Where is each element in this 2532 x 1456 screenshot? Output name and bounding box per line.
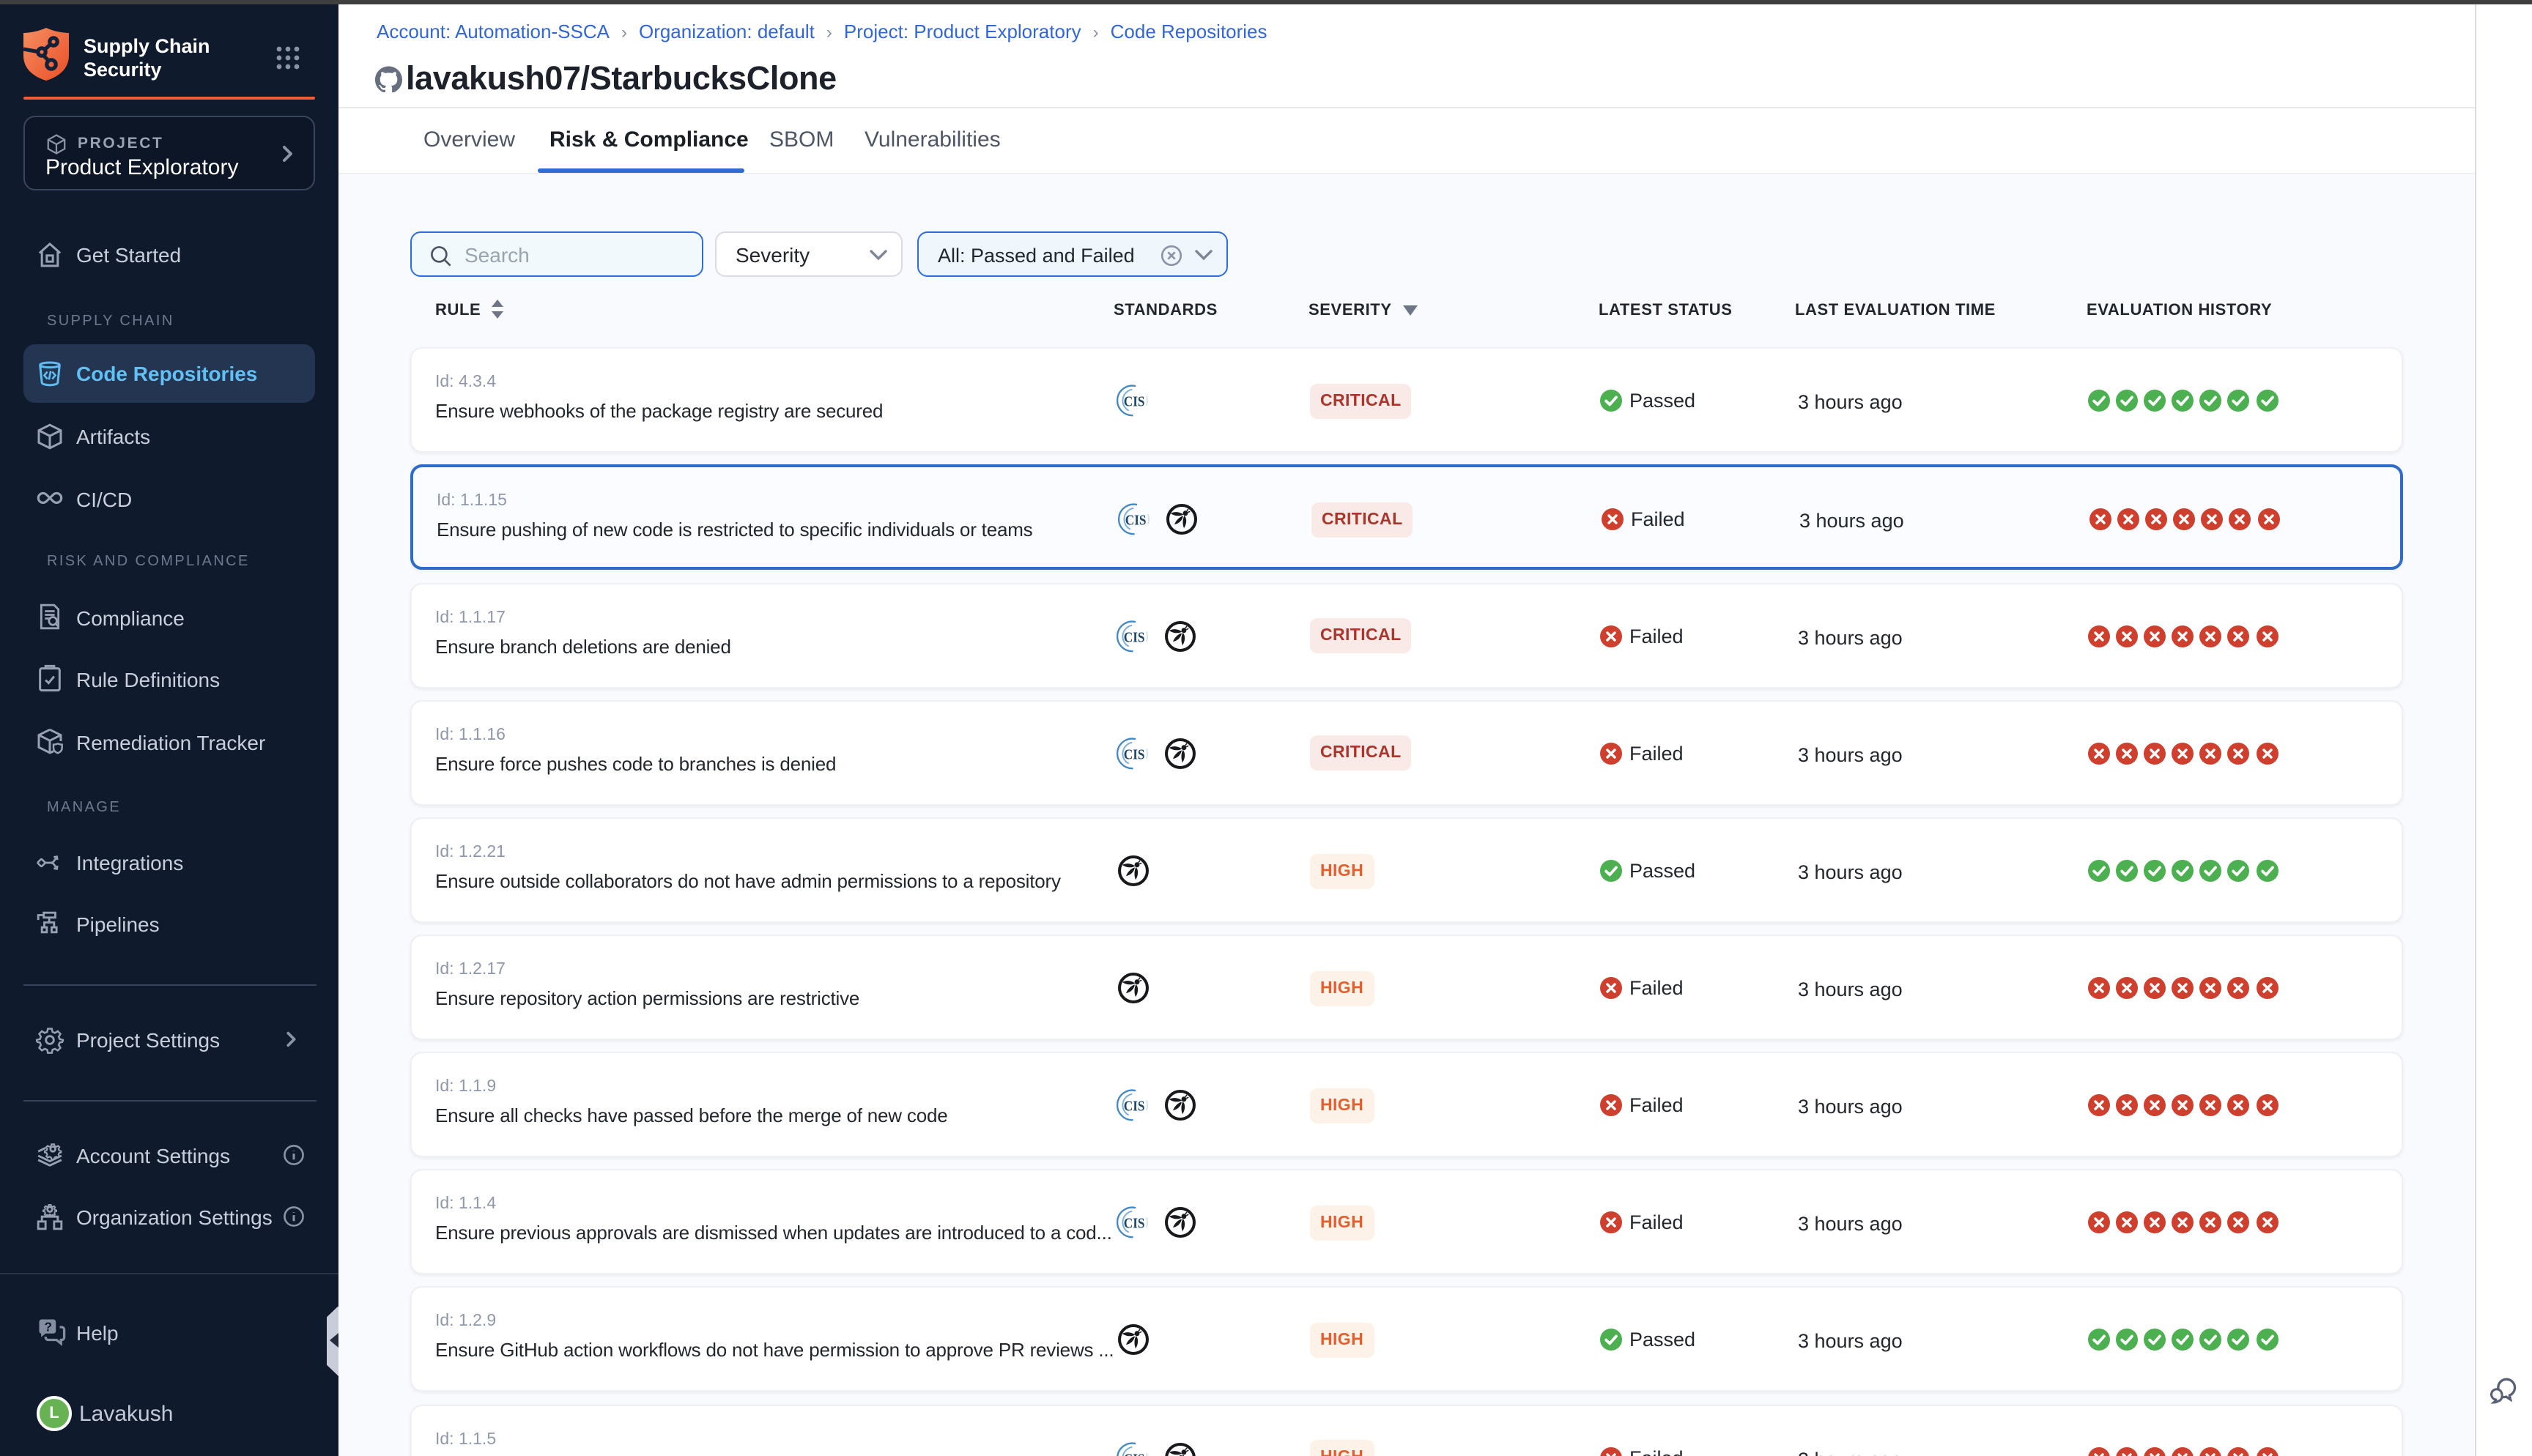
- svg-text:?: ?: [44, 1318, 52, 1333]
